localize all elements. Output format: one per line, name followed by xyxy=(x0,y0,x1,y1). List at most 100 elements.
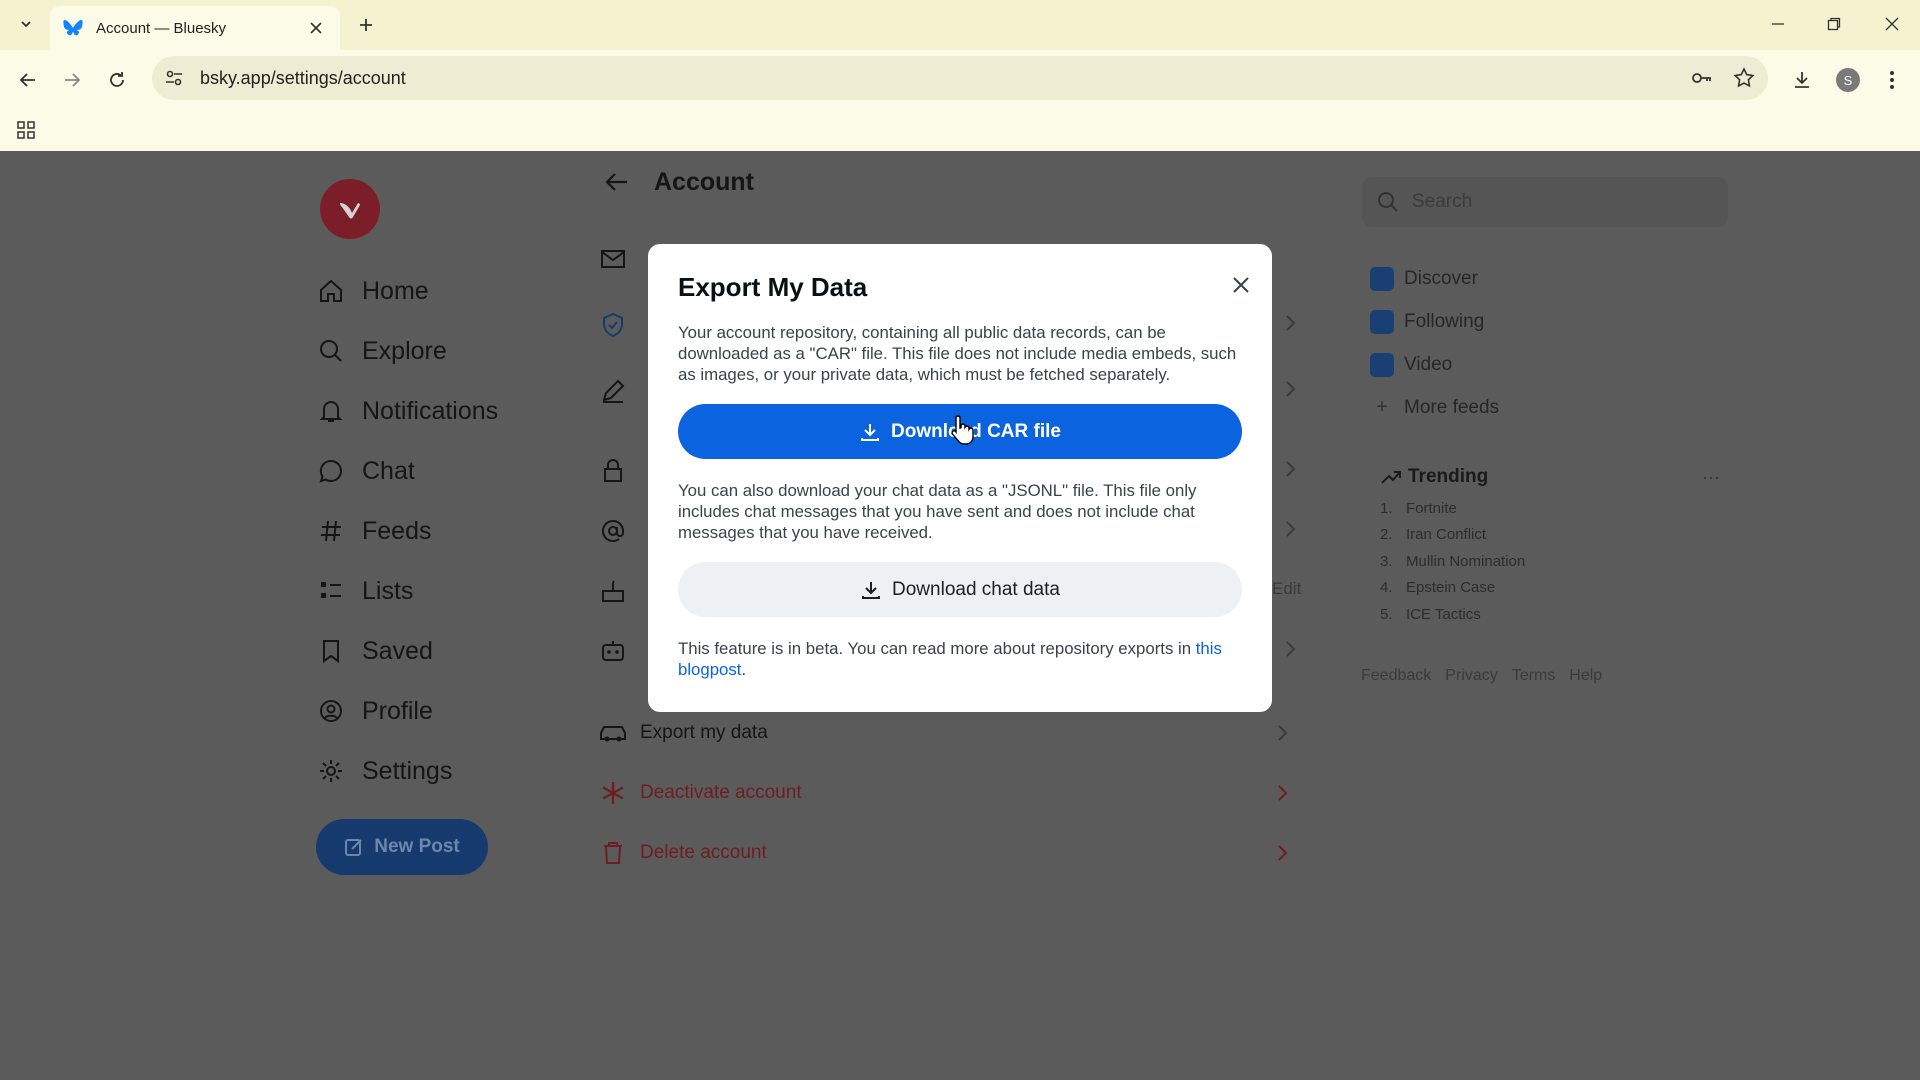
chevron-right-icon xyxy=(1280,313,1300,333)
download-chat-label: Download chat data xyxy=(892,578,1060,600)
sidebar-item-settings[interactable]: Settings xyxy=(316,741,498,801)
sidebar-item-label: Explore xyxy=(362,336,447,365)
tab-groups-grid-icon[interactable] xyxy=(12,116,40,144)
chevron-right-icon xyxy=(1268,719,1296,747)
trend-item[interactable]: 3. Mullin Nomination xyxy=(1380,548,1720,575)
dialog-beta-text: This feature is in beta. You can read mo… xyxy=(678,638,1242,680)
downloads-icon[interactable] xyxy=(1786,64,1818,96)
sidebar-item-lists[interactable]: Lists xyxy=(316,561,498,621)
close-icon[interactable] xyxy=(1224,268,1258,302)
settings-row-export-data[interactable]: Export my data xyxy=(596,707,1296,759)
address-bar[interactable]: bsky.app/settings/account xyxy=(152,56,1768,100)
new-post-button[interactable]: New Post xyxy=(316,819,488,875)
minimize-icon[interactable] xyxy=(1758,8,1798,40)
bookmark-star-icon[interactable] xyxy=(1726,60,1762,96)
sidebar-item-label: Feeds xyxy=(362,516,432,545)
settings-row-label: Deactivate account xyxy=(640,782,802,803)
profile-avatar[interactable]: S xyxy=(1832,64,1864,96)
download-chat-button[interactable]: Download chat data xyxy=(678,562,1242,617)
chevron-right-icon xyxy=(1268,779,1296,807)
settings-row-delete[interactable]: Delete account xyxy=(596,827,1296,879)
feed-label: Discover xyxy=(1404,267,1478,289)
footer-link-privacy[interactable]: Privacy xyxy=(1445,667,1497,685)
following-feed-icon xyxy=(1370,309,1394,334)
tab-title: Account — Bluesky xyxy=(96,19,227,37)
sidebar-item-notifications[interactable]: Notifications xyxy=(316,381,498,441)
restore-icon[interactable] xyxy=(1814,8,1854,40)
settings-row-deactivate[interactable]: Deactivate account xyxy=(596,767,1296,819)
at-sign-icon xyxy=(596,514,630,548)
forward-arrow-icon[interactable] xyxy=(56,64,88,96)
feed-item-following[interactable]: Following xyxy=(1370,300,1499,343)
home-icon xyxy=(316,276,346,306)
trend-item[interactable]: 2. Iran Conflict xyxy=(1380,522,1720,549)
back-arrow-icon[interactable] xyxy=(600,165,634,199)
bluesky-logo[interactable] xyxy=(320,179,380,239)
footer-link-feedback[interactable]: Feedback xyxy=(1361,667,1431,685)
compose-icon xyxy=(344,837,364,857)
close-window-icon[interactable] xyxy=(1872,8,1912,40)
sidebar-item-chat[interactable]: Chat xyxy=(316,441,498,501)
cake-icon xyxy=(596,574,630,608)
tab-search-chevron-icon[interactable] xyxy=(12,10,40,38)
page-header: Account xyxy=(600,165,754,199)
search-input[interactable]: Search xyxy=(1362,177,1728,227)
password-key-icon[interactable] xyxy=(1684,60,1720,96)
footer-link-terms[interactable]: Terms xyxy=(1512,667,1556,685)
trend-item[interactable]: 1. Fortnite xyxy=(1380,495,1720,522)
snowflake-icon xyxy=(596,776,630,810)
trending-arrow-icon xyxy=(1381,471,1401,484)
browser-tab[interactable]: Account — Bluesky xyxy=(50,6,340,50)
bookmark-icon xyxy=(316,636,346,666)
trend-rank: 2. xyxy=(1380,526,1393,544)
site-info-tune-icon[interactable] xyxy=(156,60,192,96)
tab-close-icon[interactable] xyxy=(304,16,328,40)
trash-icon xyxy=(596,836,630,870)
feed-item-video[interactable]: Video xyxy=(1370,343,1499,386)
new-tab-plus-icon[interactable] xyxy=(352,11,380,39)
back-arrow-icon[interactable] xyxy=(12,64,44,96)
trend-label: Mullin Nomination xyxy=(1406,552,1526,570)
beta-text: This feature is in beta. You can read mo… xyxy=(678,639,1192,658)
sidebar-item-feeds[interactable]: Feeds xyxy=(316,501,498,561)
gear-icon xyxy=(316,756,346,786)
sidebar-item-explore[interactable]: Explore xyxy=(316,321,498,381)
shield-check-icon xyxy=(596,308,630,342)
footer-link-help[interactable]: Help xyxy=(1569,667,1602,685)
trend-item[interactable]: 5. ICE Tactics xyxy=(1380,601,1720,628)
trend-item[interactable]: 4. Epstein Case xyxy=(1380,575,1720,602)
trending-header: Trending ··· xyxy=(1380,459,1720,495)
trend-label: Iran Conflict xyxy=(1406,526,1487,544)
trend-rank: 5. xyxy=(1380,605,1393,623)
sidebar-item-label: Profile xyxy=(362,696,433,725)
feed-label: More feeds xyxy=(1404,396,1500,418)
more-options-icon[interactable]: ··· xyxy=(1702,467,1720,488)
envelope-icon xyxy=(596,242,630,276)
download-icon xyxy=(861,423,880,441)
page-title: Account xyxy=(654,167,754,196)
feed-label: Following xyxy=(1404,310,1485,332)
browser-tabstrip: Account — Bluesky xyxy=(0,0,1920,50)
trending-section: Trending ··· 1. Fortnite 2. Iran Conflict … xyxy=(1380,459,1720,628)
search-placeholder: Search xyxy=(1412,191,1473,212)
plus-icon: + xyxy=(1376,396,1388,418)
sidebar-item-saved[interactable]: Saved xyxy=(316,621,498,681)
url-text[interactable]: bsky.app/settings/account xyxy=(200,68,1684,89)
feed-list: Discover Following Video + More feeds xyxy=(1370,257,1499,429)
lock-icon xyxy=(596,454,630,488)
sidebar-item-label: Saved xyxy=(362,636,433,665)
profile-initial: S xyxy=(1836,68,1860,92)
feed-item-discover[interactable]: Discover xyxy=(1370,257,1499,300)
user-circle-icon xyxy=(316,696,346,726)
trend-rank: 1. xyxy=(1380,499,1393,517)
settings-row-label: Delete account xyxy=(640,842,767,863)
chevron-right-icon xyxy=(1280,639,1300,659)
chevron-right-icon xyxy=(1280,459,1300,479)
reload-icon[interactable] xyxy=(101,64,133,96)
feed-item-more-feeds[interactable]: + More feeds xyxy=(1370,386,1499,429)
browser-menu-icon[interactable] xyxy=(1876,64,1908,96)
sidebar-item-profile[interactable]: Profile xyxy=(316,681,498,741)
sidebar-nav: Home Explore Notifications Chat Feeds Li… xyxy=(316,261,498,801)
sidebar-item-home[interactable]: Home xyxy=(316,261,498,321)
edit-birthday-link[interactable]: Edit xyxy=(1272,579,1301,599)
